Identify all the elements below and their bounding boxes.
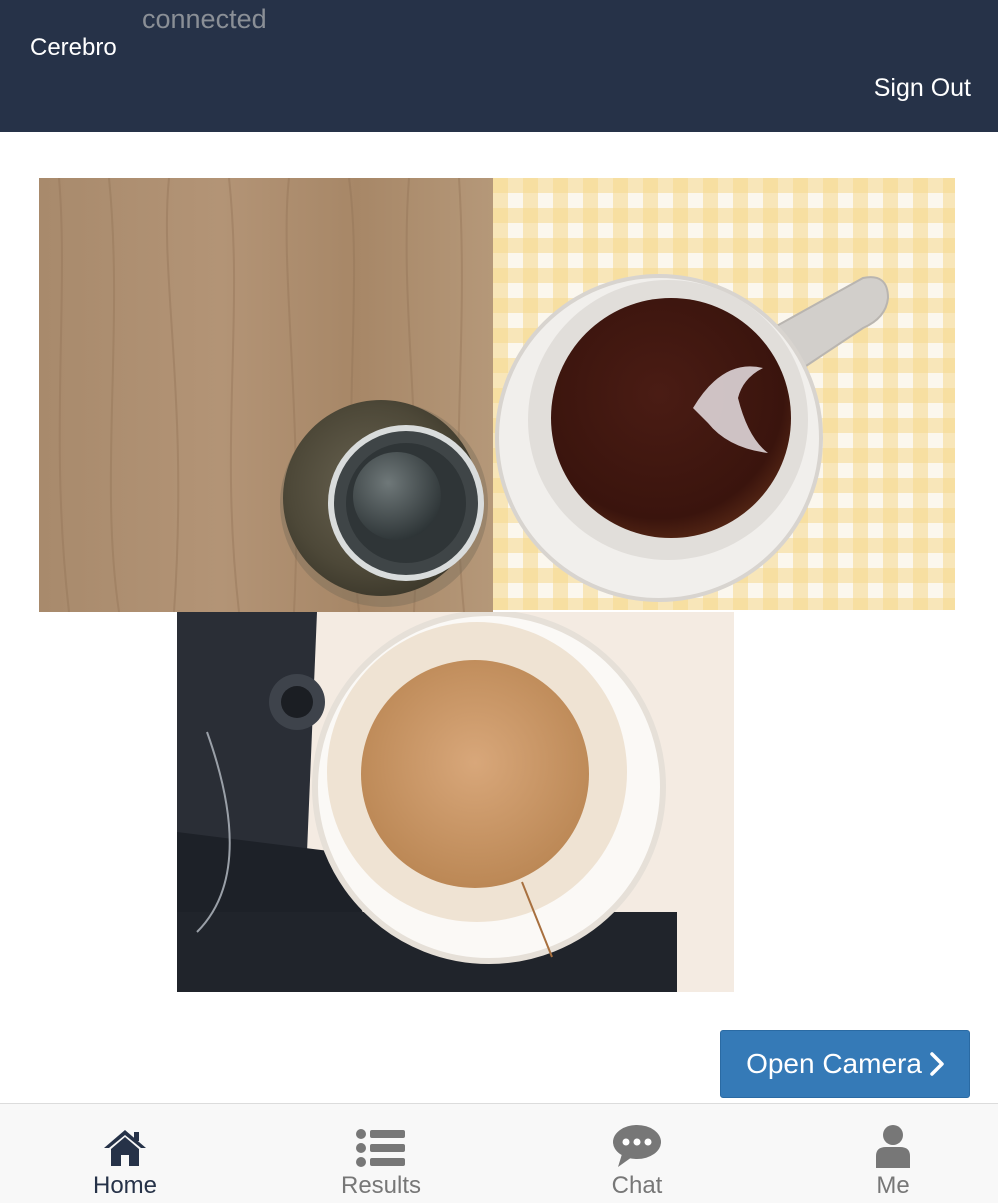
photo-black-coffee-mug [493, 178, 955, 610]
bottom-nav: Home Results Chat Me [0, 1103, 998, 1203]
app-title: Cerebro [30, 34, 117, 61]
tab-me[interactable]: Me [793, 1104, 993, 1203]
tab-home[interactable]: Home [25, 1104, 225, 1203]
chat-bubble-icon [612, 1122, 662, 1168]
app-header: Cerebro connected Sign Out [0, 0, 998, 132]
sign-out-link[interactable]: Sign Out [874, 74, 971, 103]
photo-wood-bottle [39, 178, 493, 612]
tab-results[interactable]: Results [281, 1104, 481, 1203]
connection-status: connected [142, 4, 267, 34]
photo-latte-cup [177, 612, 734, 992]
tab-me-label: Me [876, 1172, 910, 1199]
tab-results-label: Results [340, 1172, 422, 1199]
user-icon [874, 1122, 912, 1168]
list-icon [356, 1122, 406, 1168]
tab-chat[interactable]: Chat [537, 1104, 737, 1203]
chevron-right-icon [930, 1052, 944, 1076]
open-camera-label: Open Camera [746, 1048, 922, 1079]
open-camera-button[interactable]: Open Camera [720, 1030, 970, 1098]
tab-chat-label: Chat [611, 1172, 663, 1199]
home-icon [102, 1122, 148, 1168]
tab-home-label: Home [92, 1172, 158, 1199]
